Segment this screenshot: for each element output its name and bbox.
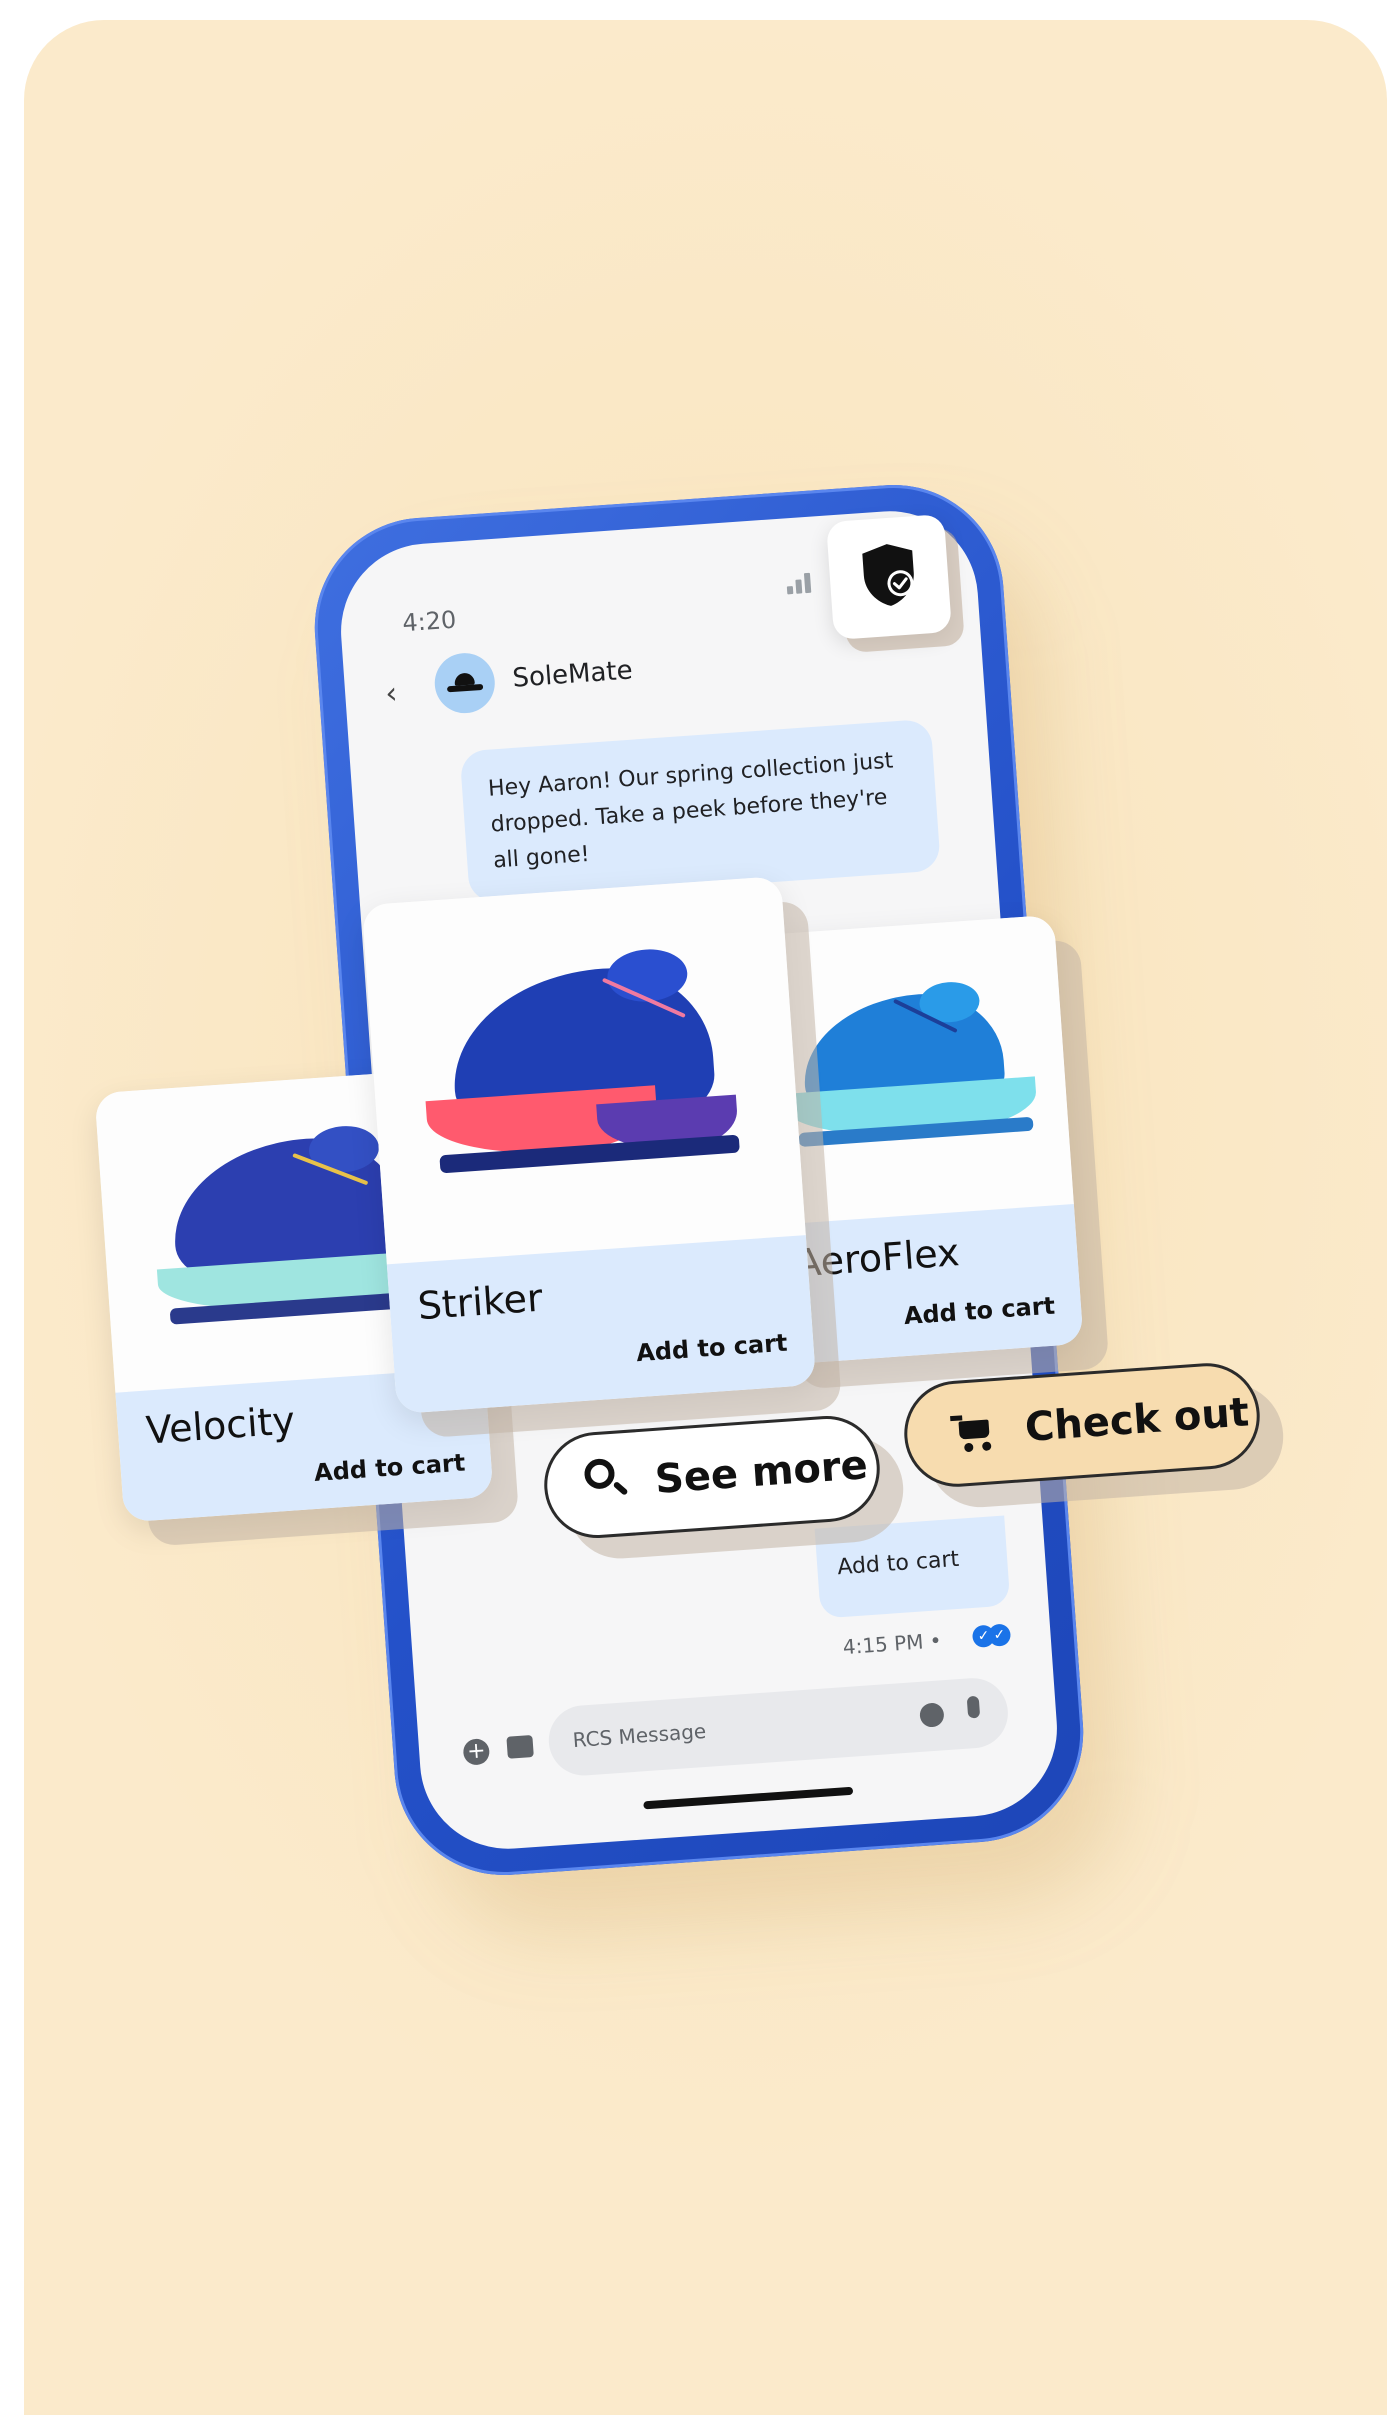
contact-name[interactable]: SoleMate (512, 655, 634, 693)
image-icon[interactable] (506, 1734, 534, 1759)
mic-icon[interactable] (966, 1695, 981, 1719)
read-receipt-icon: ✓ ✓ (971, 1623, 1017, 1649)
verified-badge (826, 514, 952, 640)
product-name: Velocity (144, 1398, 297, 1453)
cart-icon (950, 1413, 995, 1456)
product-info: Striker Add to cart (386, 1235, 817, 1415)
check-out-label: Check out (1023, 1389, 1251, 1451)
search-icon (583, 1457, 629, 1500)
shield-check-icon (862, 544, 914, 606)
message-timestamp: 4:15 PM • (842, 1628, 943, 1660)
shoe-image (405, 929, 762, 1212)
product-name: AeroFlex (793, 1230, 961, 1286)
add-to-cart-button[interactable]: Add to cart (313, 1449, 466, 1487)
emoji-icon[interactable] (919, 1702, 945, 1728)
message-input-placeholder: RCS Message (571, 1718, 707, 1753)
status-time: 4:20 (401, 605, 458, 638)
back-icon[interactable]: ‹ (384, 676, 398, 712)
partial-product-card[interactable]: Add to cart (814, 1515, 1011, 1619)
product-image (361, 875, 806, 1265)
product-name: Striker (416, 1275, 544, 1329)
shoe-logo-icon (446, 672, 484, 693)
message-input[interactable]: RCS Message (546, 1675, 1011, 1778)
plus-icon[interactable]: + (462, 1738, 491, 1766)
contact-avatar[interactable] (432, 651, 497, 716)
home-indicator (643, 1786, 854, 1810)
add-to-cart-button[interactable]: Add to cart (903, 1292, 1056, 1330)
background-canvas: 4:20 ‹ SoleMate Hey Aaron! Our spring co… (24, 20, 1387, 2415)
message-bubble: Hey Aaron! Our spring collection just dr… (459, 718, 941, 904)
partial-card-cta[interactable]: Add to cart (837, 1547, 960, 1580)
chat-header: ‹ SoleMate (383, 629, 807, 728)
signal-icon (786, 570, 817, 595)
see-more-label: See more (653, 1442, 870, 1503)
product-card-striker[interactable]: Striker Add to cart (361, 875, 817, 1415)
add-to-cart-button[interactable]: Add to cart (635, 1329, 788, 1367)
shoe-image (768, 966, 1051, 1184)
